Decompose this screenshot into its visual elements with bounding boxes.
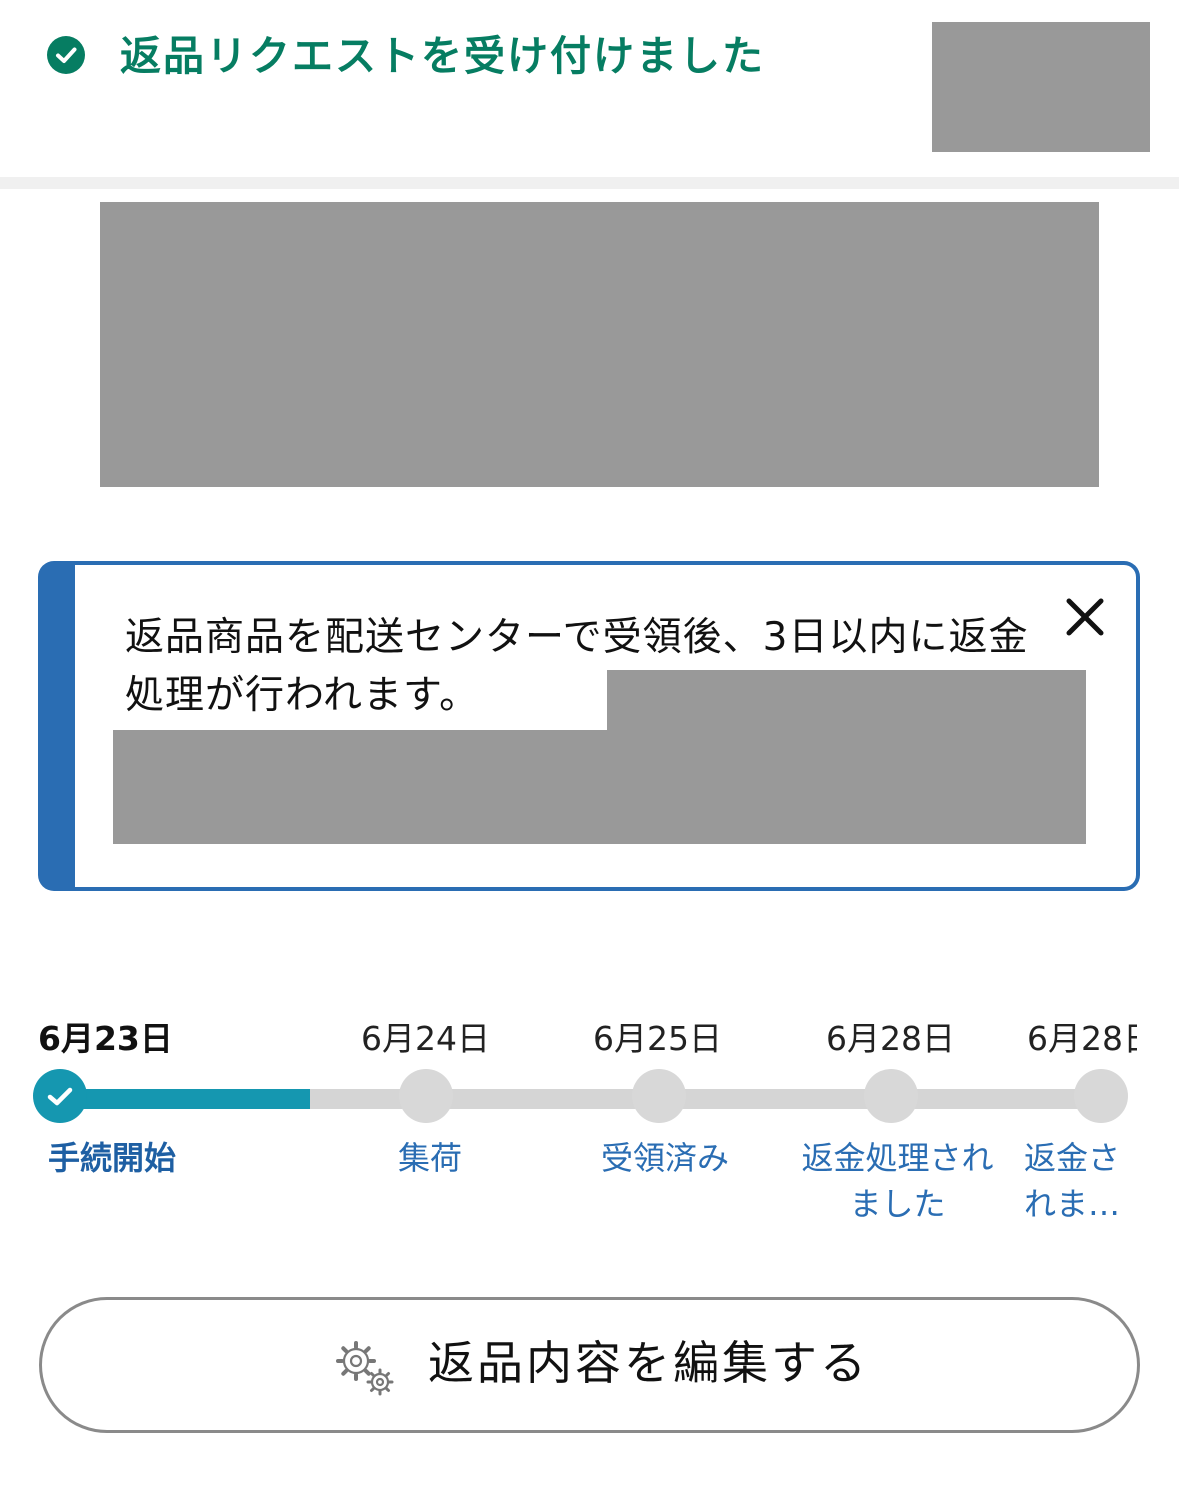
step-date-1: 6月23日: [38, 1019, 173, 1058]
step-dot: [399, 1069, 453, 1123]
edit-return-button-label: 返品内容を編集する: [428, 1336, 869, 1390]
step-label-5: 返金されま…: [1024, 1139, 1121, 1223]
step-label-3: 受領済み: [600, 1139, 729, 1177]
step-date-3: 6月25日: [593, 1019, 722, 1058]
step-date-4: 6月28日: [826, 1019, 955, 1058]
redacted-header-image: [932, 22, 1150, 152]
step-dot: [864, 1069, 918, 1123]
progress-track-fill: [60, 1089, 310, 1109]
section-divider: [0, 177, 1179, 189]
close-icon[interactable]: [1064, 596, 1106, 638]
return-progress-timeline: 6月23日 6月24日 6月25日 6月28日 6月28日 手続開始 集荷 受領…: [0, 1000, 1179, 1240]
step-date-5: 6月28日: [1027, 1019, 1137, 1058]
redacted-alert-detail-2: [113, 730, 1086, 844]
redacted-alert-detail: [607, 670, 1086, 730]
step-label-1: 手続開始: [48, 1139, 177, 1177]
step-label-4: 返金処理されました: [801, 1139, 994, 1223]
check-circle-icon: [47, 36, 85, 74]
step-dot-completed: [33, 1069, 87, 1123]
check-icon: [47, 1087, 73, 1106]
gear-icon: [336, 1341, 394, 1396]
step-date-2: 6月24日: [361, 1019, 490, 1058]
page-title: 返品リクエストを受け付けました: [120, 32, 765, 80]
step-label-2: 集荷: [397, 1139, 462, 1177]
step-dot: [632, 1069, 686, 1123]
redacted-product-info: [100, 202, 1099, 487]
step-dot: [1074, 1069, 1128, 1123]
